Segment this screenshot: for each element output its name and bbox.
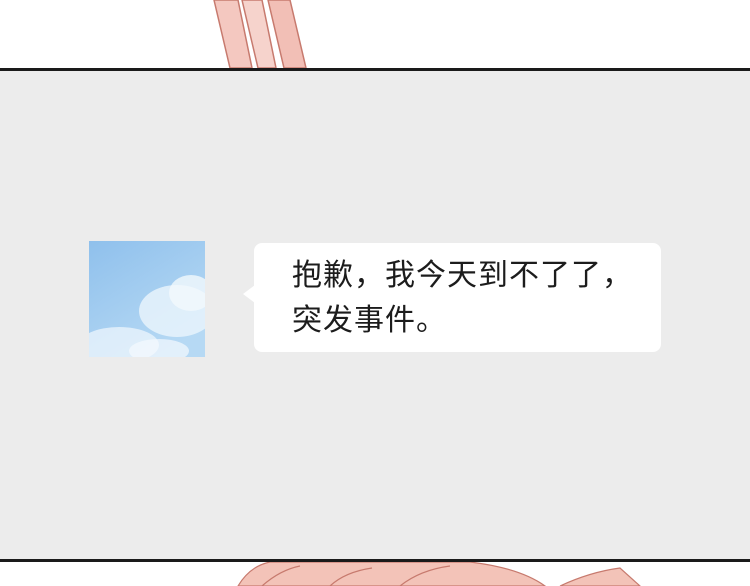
sky-clouds-avatar-icon[interactable] [89,241,205,357]
top-comic-strip [0,0,750,68]
bubble-tail [243,285,255,303]
message-text: 抱歉，我今天到不了了， 突发事件。 [292,258,633,338]
message-bubble: 抱歉，我今天到不了了， 突发事件。 [243,243,661,352]
bottom-comic-strip [0,562,750,586]
top-hair-art [213,0,307,68]
bottom-hair-art [237,562,641,586]
chat-panel: 抱歉，我今天到不了了， 突发事件。 [0,68,750,562]
